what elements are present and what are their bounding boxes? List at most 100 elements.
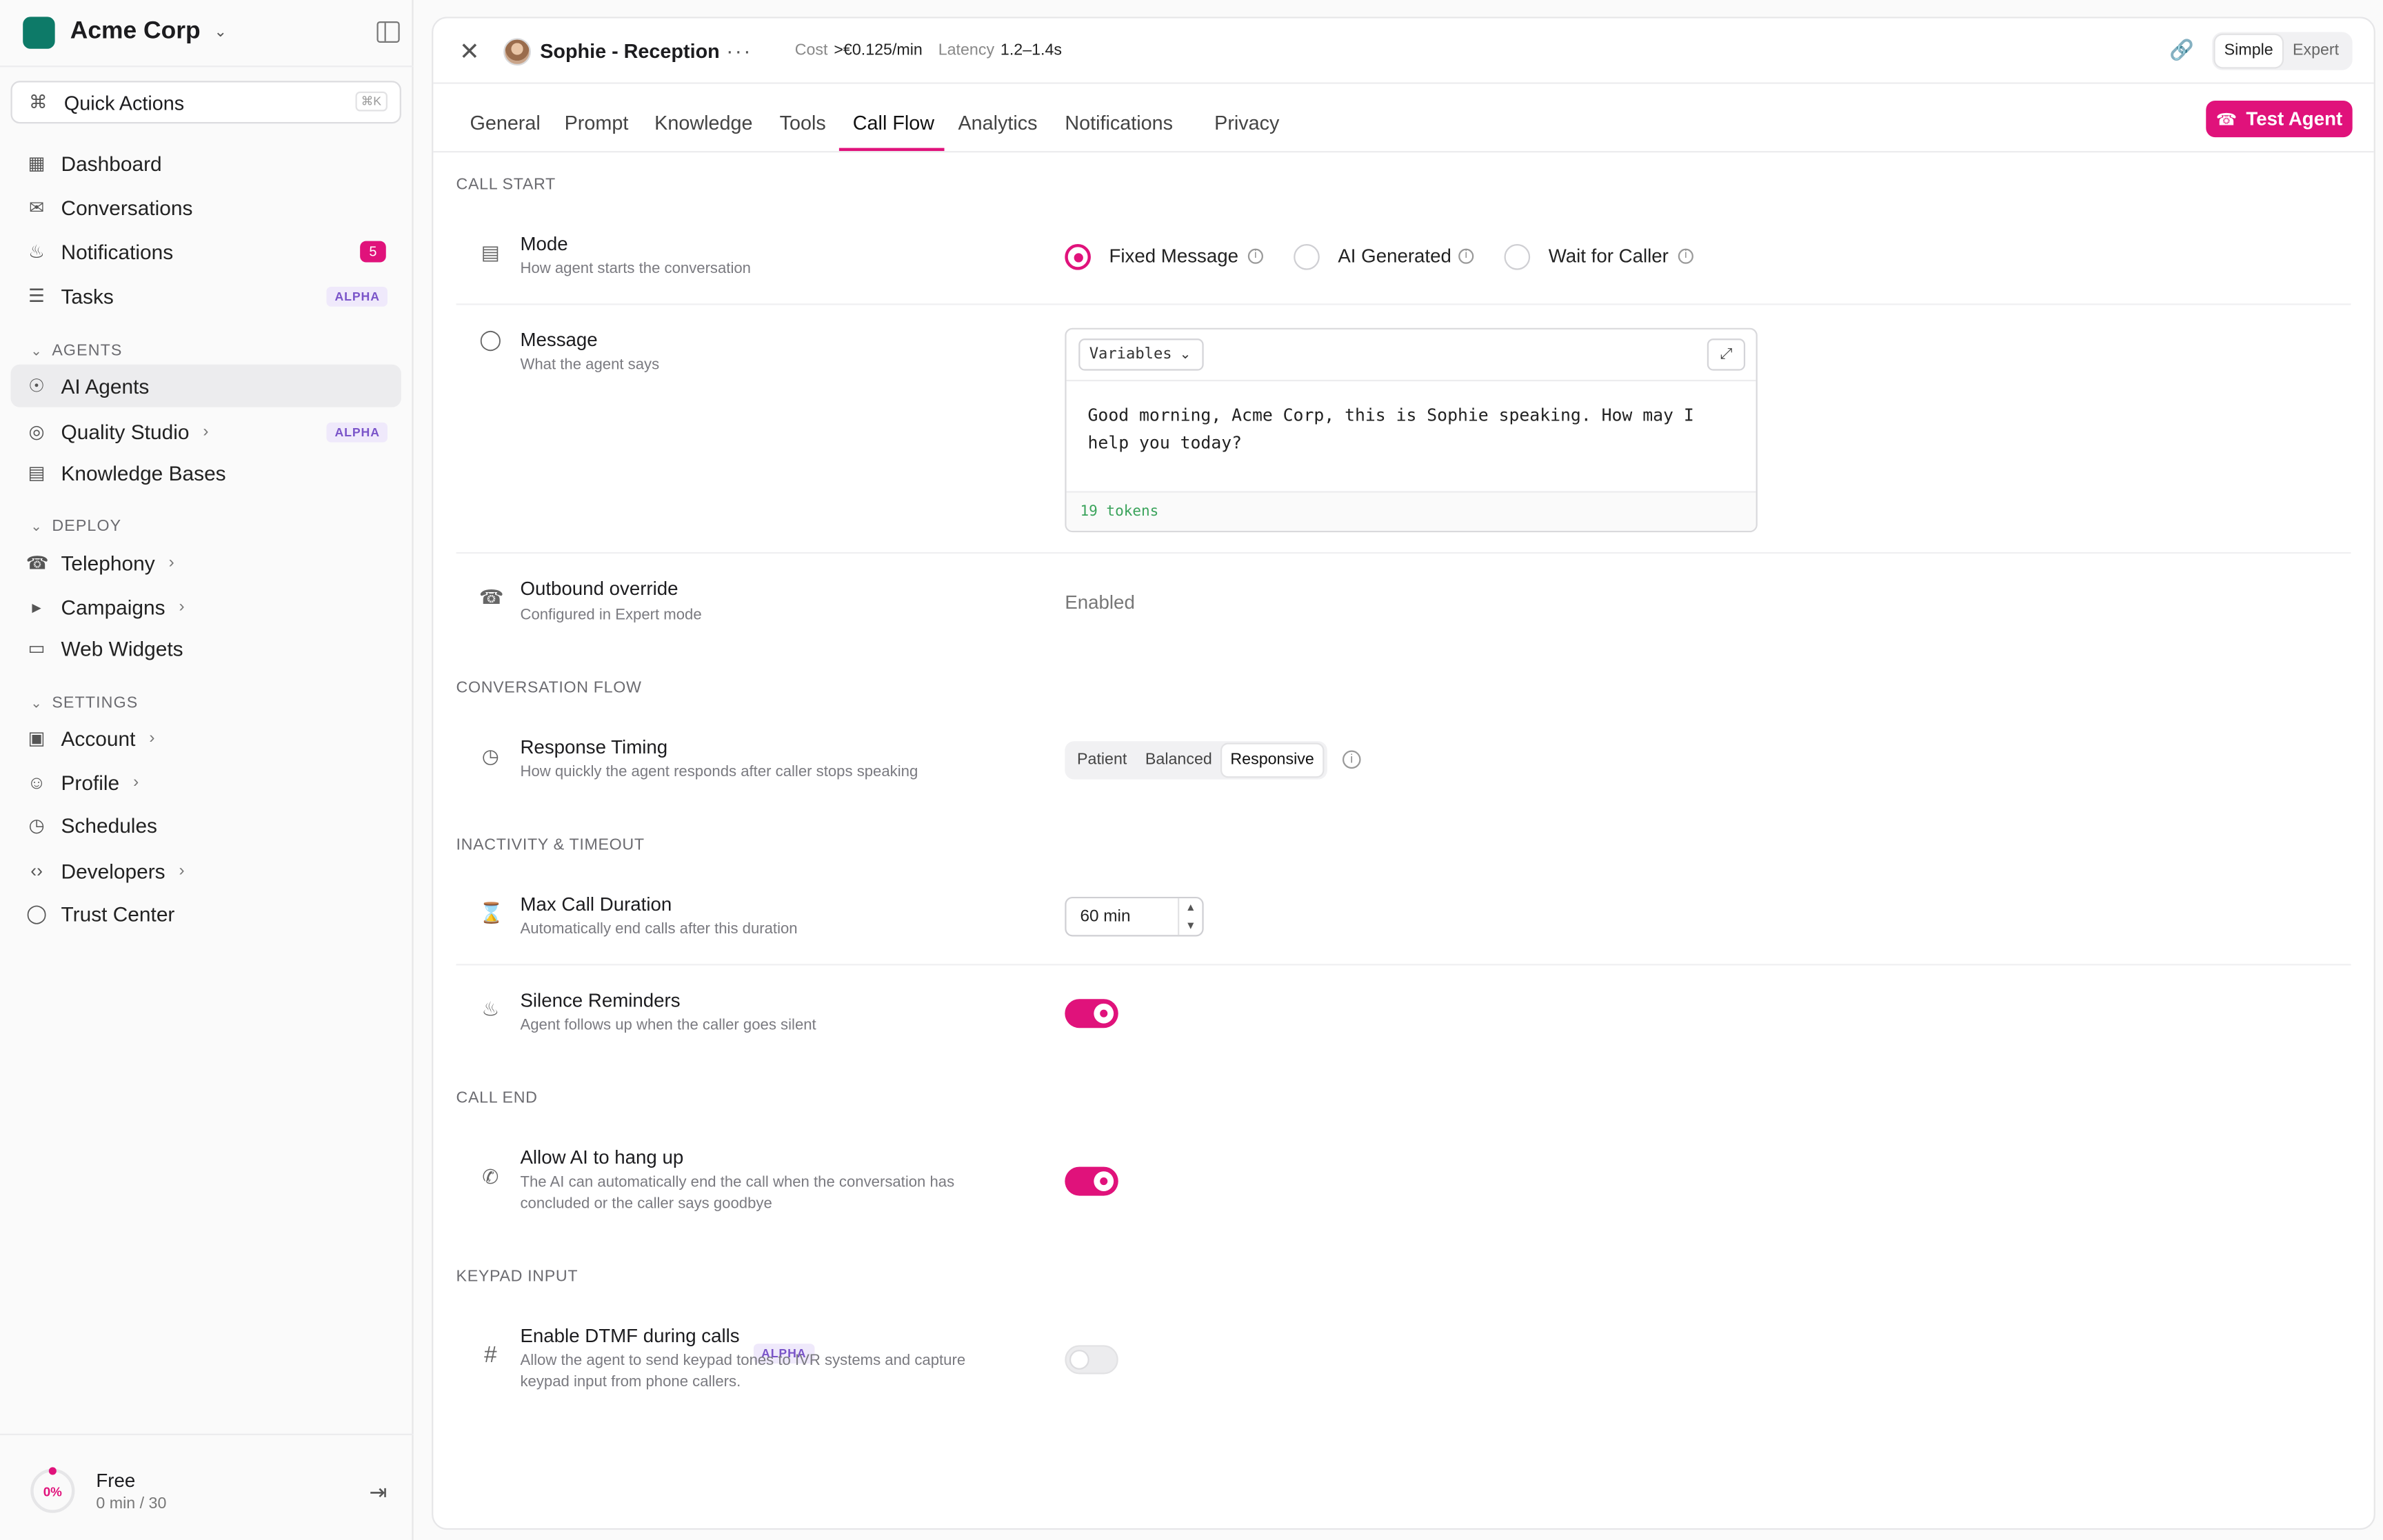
sidebar-item-developers[interactable]: ‹› Developers › [10, 849, 401, 892]
hang-up-toggle[interactable] [1065, 1166, 1118, 1196]
sidebar-item-quality-studio[interactable]: ◎ Quality Studio › ALPHA [10, 410, 401, 453]
org-switcher[interactable]: Acme Corp ⌄ [23, 15, 227, 49]
timing-patient-option[interactable]: Patient [1068, 744, 1136, 776]
latency-value: 1.2–1.4s [1000, 41, 1063, 60]
sidebar-item-ai-agents[interactable]: ☉ AI Agents [10, 364, 401, 407]
sidebar: Acme Corp ⌄ ⌘ Quick Actions ⌘K ▦ Dashboa… [0, 0, 414, 1540]
mode-simple-option[interactable]: Simple [2215, 34, 2282, 68]
radio-label[interactable]: Fixed Message [1109, 245, 1238, 267]
sidebar-item-label: Developers [61, 859, 165, 882]
usage-progress-ring: 0% [30, 1468, 75, 1513]
editor-footer: 19 tokens [1066, 491, 1756, 531]
info-icon[interactable]: i [1247, 248, 1263, 264]
info-icon[interactable]: i [1678, 248, 1693, 264]
phone-off-icon: ✆ [482, 1165, 499, 1188]
section-toggle-deploy[interactable]: ⌄ DEPLOY [30, 517, 121, 536]
tab-prompt[interactable]: Prompt [565, 112, 629, 134]
sidebar-item-label: Telephony [61, 551, 155, 575]
sidebar-item-notifications[interactable]: ♨ Notifications 5 [10, 230, 401, 273]
toggle-knob [1094, 1003, 1114, 1024]
sidebar-item-conversations[interactable]: ✉ Conversations [10, 186, 401, 229]
logout-icon[interactable]: ⇥ [369, 1479, 387, 1506]
tab-tools[interactable]: Tools [780, 112, 826, 134]
tab-privacy[interactable]: Privacy [1214, 112, 1279, 134]
radio-wait-for-caller[interactable] [1504, 244, 1531, 270]
sidebar-item-tasks[interactable]: ☰ Tasks ALPHA [10, 274, 401, 317]
sidebar-item-dashboard[interactable]: ▦ Dashboard [10, 142, 401, 185]
silence-title: Silence Reminders [520, 989, 681, 1011]
grid-icon: ▦ [28, 152, 46, 174]
sidebar-item-label: AI Agents [61, 374, 150, 398]
radio-ai-generated[interactable] [1294, 244, 1320, 270]
quick-actions-button[interactable]: ⌘ Quick Actions ⌘K [10, 81, 401, 124]
cost-value: >€0.125/min [834, 41, 923, 60]
sidebar-item-profile[interactable]: ☺ Profile › [10, 761, 401, 804]
dtmf-title: Enable DTMF during calls [520, 1325, 740, 1347]
code-icon: ‹› [30, 860, 43, 882]
max-duration-stepper[interactable]: 60 min ▲ ▼ [1065, 896, 1204, 937]
silence-reminders-toggle[interactable] [1065, 999, 1118, 1029]
agent-header: ✕ Sophie - Reception ··· Cost >€0.125/min… [433, 19, 2374, 84]
sidebar-item-knowledge-bases[interactable]: ▤ Knowledge Bases [10, 452, 401, 494]
timing-subtitle: How quickly the agent responds after cal… [520, 764, 918, 781]
megaphone-icon: ▸ [32, 596, 41, 618]
org-name: Acme Corp [70, 18, 201, 45]
clock-icon: ◷ [28, 814, 45, 836]
max-duration-value[interactable]: 60 min [1080, 907, 1130, 926]
section-toggle-agents[interactable]: ⌄ AGENTS [30, 342, 122, 361]
info-icon[interactable]: i [1343, 750, 1361, 769]
chevron-right-icon: › [133, 773, 139, 792]
close-icon[interactable]: ✕ [459, 37, 480, 67]
dtmf-subtitle: Allow the agent to send keypad tones to … [520, 1352, 966, 1391]
sidebar-item-campaigns[interactable]: ▸ Campaigns › [10, 586, 401, 629]
sidebar-toggle-icon[interactable] [376, 21, 400, 43]
dtmf-toggle[interactable] [1065, 1345, 1118, 1375]
org-logo [23, 16, 55, 48]
section-heading: CALL END [456, 1088, 538, 1108]
radio-fixed-message[interactable] [1065, 244, 1091, 270]
tab-notifications[interactable]: Notifications [1065, 112, 1173, 134]
mode-expert-option[interactable]: Expert [2282, 35, 2349, 67]
sidebar-item-trust-center[interactable]: ◯ Trust Center [10, 892, 401, 935]
test-agent-button[interactable]: ☎ Test Agent [2206, 101, 2353, 138]
chevron-down-icon: ⌄ [214, 23, 228, 41]
radio-label[interactable]: Wait for Caller [1549, 245, 1669, 267]
sidebar-item-label: Profile [61, 771, 120, 794]
phone-icon: ☎ [26, 551, 49, 574]
sidebar-item-account[interactable]: ▣ Account › [10, 717, 401, 760]
timing-balanced-option[interactable]: Balanced [1136, 744, 1221, 776]
message-subtitle: What the agent says [520, 356, 660, 374]
sidebar-item-label: Conversations [61, 196, 193, 219]
response-timing-segmented: Patient Balanced Responsive [1065, 741, 1327, 780]
expand-icon[interactable]: ⤢ [1707, 338, 1746, 371]
variables-dropdown[interactable]: Variables ⌄ [1078, 338, 1204, 371]
tab-knowledge[interactable]: Knowledge [654, 112, 752, 134]
more-options-icon[interactable]: ··· [726, 38, 752, 62]
cost-meta: Cost >€0.125/min [795, 41, 923, 60]
section-toggle-settings[interactable]: ⌄ SETTINGS [30, 694, 138, 713]
toggle-knob [1094, 1171, 1114, 1191]
sidebar-item-web-widgets[interactable]: ▭ Web Widgets [10, 627, 401, 669]
checklist-icon: ☰ [28, 285, 45, 307]
sidebar-item-label: Knowledge Bases [61, 461, 226, 485]
tab-call-flow[interactable]: Call Flow [853, 112, 934, 134]
stepper-arrows-icon[interactable]: ▲ ▼ [1178, 898, 1202, 935]
radio-label[interactable]: AI Generated [1338, 245, 1451, 267]
info-icon[interactable]: i [1458, 248, 1474, 264]
timing-responsive-option[interactable]: Responsive [1221, 744, 1324, 777]
message-textarea[interactable]: Good morning, Acme Corp, this is Sophie … [1088, 403, 1744, 458]
section-heading: CALL START [456, 175, 556, 194]
alpha-badge: ALPHA [327, 422, 388, 443]
chat-icon: ✉ [28, 196, 45, 219]
command-icon: ⌘ [29, 91, 48, 113]
sidebar-item-label: Account [61, 727, 136, 750]
chevron-down-icon: ⌄ [30, 694, 43, 710]
sidebar-item-schedules[interactable]: ◷ Schedules [10, 804, 401, 847]
test-agent-label: Test Agent [2246, 108, 2343, 130]
sidebar-item-telephony[interactable]: ☎ Telephony › [10, 541, 401, 584]
tab-general[interactable]: General [470, 112, 540, 134]
tab-analytics[interactable]: Analytics [958, 112, 1037, 134]
window-icon: ▭ [28, 637, 46, 659]
latency-label: Latency [938, 41, 995, 60]
link-icon[interactable]: 🔗 [2169, 38, 2194, 62]
